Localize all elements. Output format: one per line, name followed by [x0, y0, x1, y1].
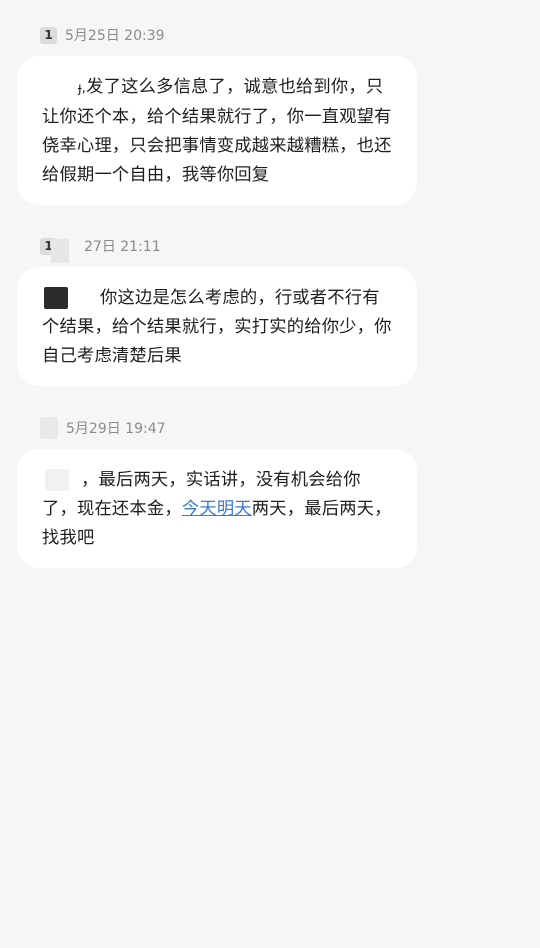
sim-card-badge — [40, 417, 58, 439]
message-text: 你这边是怎么考虑的，行或者不行有个结果，给个结果就行，实打实的给你少，你自己考虑… — [42, 288, 392, 366]
message-thread: 1 5月25日 20:39 ɟ,发了这么多信息了，诚意也给到你，只让你还个本，给… — [0, 0, 540, 948]
message-timestamp: 5月25日 20:39 — [65, 28, 165, 44]
message-bubble[interactable]: 你这边是怎么考虑的，行或者不行有个结果，给个结果就行，实打实的给你少，你自己考虑… — [17, 267, 417, 386]
message-bubble[interactable]: ɟ,发了这么多信息了，诚意也给到你，只让你还个本，给个结果就行了，你一直观望有侥… — [17, 56, 417, 205]
sim-card-badge: 1 — [40, 26, 57, 44]
message-timestamp: 5月29日 19:47 — [66, 421, 166, 437]
message-meta: 5月29日 19:47 — [40, 417, 166, 439]
date-link[interactable]: 今天明天 — [182, 499, 252, 519]
message-timestamp: 27日 21:11 — [84, 239, 161, 255]
message-bubble[interactable]: ，最后两天，实话讲，没有机会给你了，现在还本金，今天明天两天，最后两天，找我吧 — [17, 449, 417, 568]
redacted-name — [44, 287, 68, 309]
message-meta: 1 27日 21:11 — [40, 236, 161, 263]
redacted-block — [51, 239, 69, 263]
message-meta: 1 5月25日 20:39 — [40, 25, 165, 45]
redacted-name — [42, 76, 78, 98]
message-text: 发了这么多信息了，诚意也给到你，只让你还个本，给个结果就行了，你一直观望有侥幸心… — [42, 77, 392, 185]
message-prefix: ɟ, — [78, 81, 87, 96]
redacted-name — [45, 469, 69, 491]
